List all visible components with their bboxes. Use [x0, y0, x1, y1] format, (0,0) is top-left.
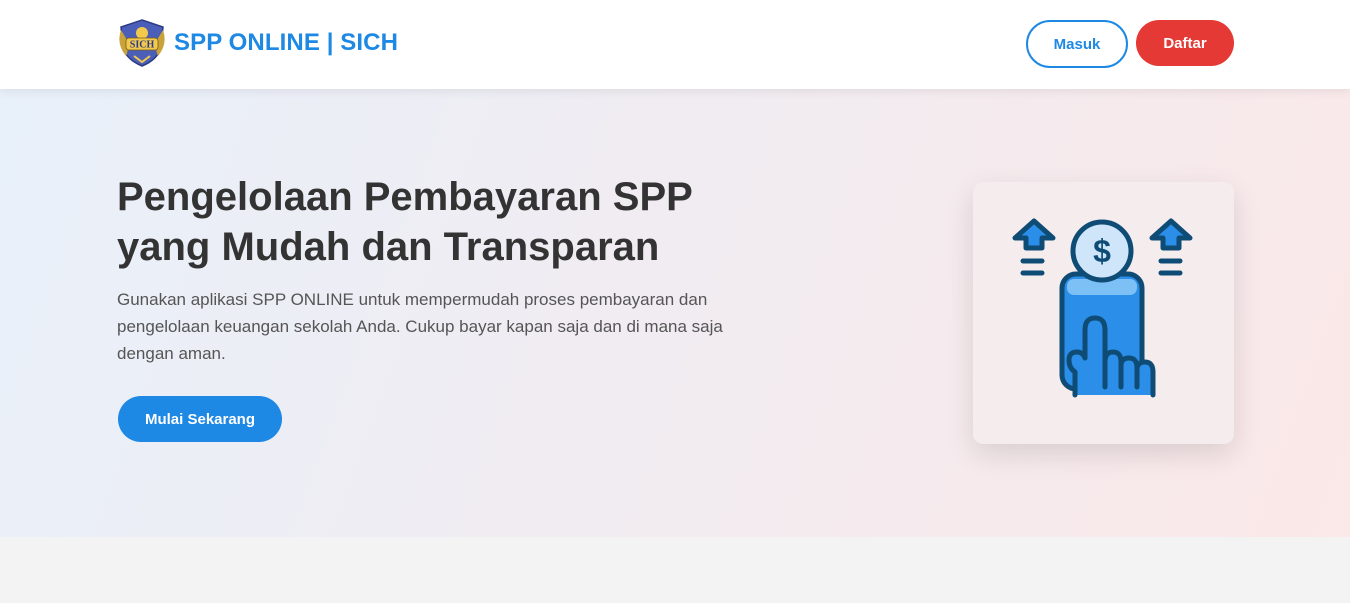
- brand-name: SPP ONLINE | SICH: [174, 29, 399, 56]
- school-crest-logo-icon: SICH: [119, 19, 165, 67]
- hero-section: Pengelolaan Pembayaran SPP yang Mudah da…: [0, 89, 1350, 537]
- footer-band: [0, 537, 1350, 603]
- coin-payment-phone-hand-icon: $: [1012, 218, 1193, 398]
- navbar: SICH SPP ONLINE | SICH Masuk Daftar: [0, 0, 1350, 89]
- register-button[interactable]: Daftar: [1136, 20, 1234, 66]
- svg-text:$: $: [1093, 233, 1111, 269]
- brand[interactable]: SICH SPP ONLINE | SICH: [117, 18, 398, 68]
- hero-description: Gunakan aplikasi SPP ONLINE untuk memper…: [117, 290, 723, 363]
- hero-title: Pengelolaan Pembayaran SPP yang Mudah da…: [117, 172, 757, 272]
- hero-illustration-card: $: [973, 182, 1234, 444]
- hero-title-line2: yang Mudah dan Transparan: [117, 225, 660, 269]
- svg-text:SICH: SICH: [130, 40, 155, 51]
- get-started-button[interactable]: Mulai Sekarang: [118, 396, 282, 442]
- login-button[interactable]: Masuk: [1026, 20, 1128, 68]
- hero-title-line1: Pengelolaan Pembayaran SPP: [117, 175, 693, 219]
